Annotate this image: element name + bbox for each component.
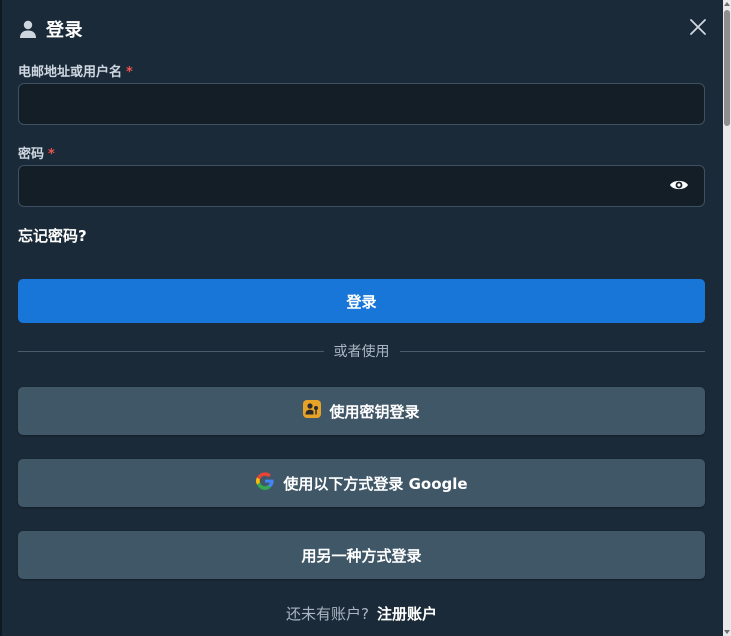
login-button[interactable]: 登录 <box>18 279 705 323</box>
eye-icon[interactable] <box>669 177 689 193</box>
login-dialog: 登录 电邮地址或用户名 * 密码 * 忘记密码? 登录 或者使用 使用密钥登录 … <box>0 0 723 636</box>
email-label: 电邮地址或用户名 * <box>18 61 133 80</box>
register-prompt: 还未有账户? 注册账户 <box>18 603 705 624</box>
passkey-button-label: 使用密钥登录 <box>329 402 420 421</box>
divider-text: 或者使用 <box>333 344 390 360</box>
required-marker: * <box>126 65 133 80</box>
other-login-button[interactable]: 用另一种方式登录 <box>18 531 705 579</box>
google-icon <box>255 471 275 495</box>
login-button-label: 登录 <box>346 292 377 311</box>
email-label-text: 电邮地址或用户名 <box>18 65 123 80</box>
password-label-text: 密码 <box>18 147 45 162</box>
register-prompt-text: 还未有账户? <box>286 605 369 623</box>
password-label: 密码 * <box>18 143 55 162</box>
divider-line <box>399 350 705 352</box>
scroll-up-icon[interactable] <box>724 2 730 6</box>
scrollbar-thumb[interactable] <box>724 10 730 126</box>
divider-line <box>18 350 324 352</box>
scrollbar[interactable] <box>723 0 731 636</box>
password-field[interactable] <box>18 165 705 207</box>
dialog-title: 登录 <box>46 20 83 41</box>
passkey-login-button[interactable]: 使用密钥登录 <box>18 387 705 435</box>
scroll-down-icon[interactable] <box>724 630 730 634</box>
user-icon <box>18 19 38 39</box>
or-divider: 或者使用 <box>18 341 705 361</box>
close-icon[interactable] <box>689 18 707 36</box>
forgot-password-link[interactable]: 忘记密码? <box>18 225 87 246</box>
dialog-header: 登录 <box>18 16 83 42</box>
google-button-label: 使用以下方式登录 Google <box>283 474 468 493</box>
google-login-button[interactable]: 使用以下方式登录 Google <box>18 459 705 507</box>
required-marker: * <box>48 147 55 162</box>
register-link[interactable]: 注册账户 <box>377 605 437 623</box>
email-field[interactable] <box>18 83 705 125</box>
other-button-label: 用另一种方式登录 <box>301 546 422 565</box>
passkey-icon <box>303 400 322 422</box>
